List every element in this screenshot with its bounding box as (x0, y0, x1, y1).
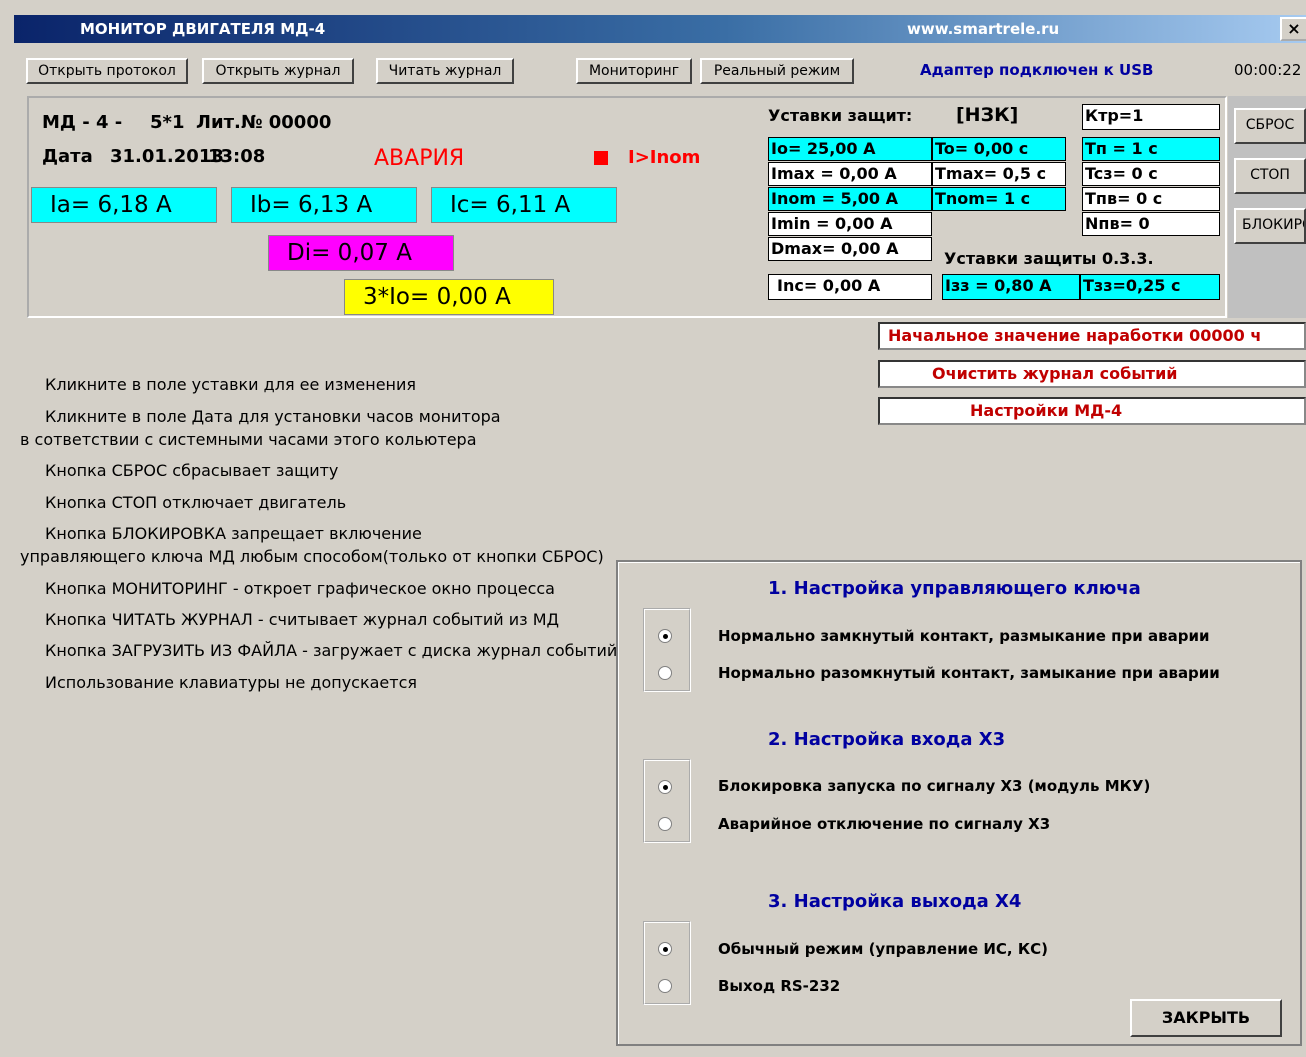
current-di: Di= 0,07 A (268, 235, 454, 271)
setting-tnom[interactable]: Tnom= 1 c (932, 187, 1066, 211)
help-line: Кнопка МОНИТОРИНГ - откроет графическое … (45, 579, 555, 598)
stop-button[interactable]: СТОП (1234, 158, 1306, 194)
trip-reason: I>Inom (628, 147, 701, 168)
setting-tpv[interactable]: Tпв= 0 c (1082, 187, 1220, 211)
help-line: Кнопка БЛОКИРОВКА запрещает включение (45, 524, 422, 543)
window-title: МОНИТОР ДВИГАТЕЛЯ МД-4 (80, 20, 326, 38)
setting-io[interactable]: Io= 25,00 A (768, 137, 932, 161)
radio-x4-rs232[interactable] (658, 979, 672, 993)
close-dialog-button[interactable]: ЗАКРЫТЬ (1130, 999, 1282, 1037)
date-label: Дата (42, 146, 93, 167)
help-line: Кликните в поле Дата для установки часов… (45, 407, 501, 426)
setting-inc[interactable]: Inc= 0,00 A (768, 274, 932, 300)
radio-no-contact[interactable] (658, 666, 672, 680)
open-journal-button[interactable]: Открыть журнал (202, 58, 354, 84)
option-nc-contact-label[interactable]: Нормально замкнутый контакт, размыкание … (718, 627, 1210, 645)
clock: 00:00:22 (1234, 61, 1302, 79)
device-variant: 5*1 (150, 112, 185, 133)
current-3io: 3*Io= 0,00 A (344, 279, 554, 315)
setting-tzz[interactable]: Tзз=0,25 c (1080, 274, 1220, 300)
help-line: Кнопка ЗАГРУЗИТЬ ИЗ ФАЙЛА - загружает с … (45, 641, 618, 660)
alarm-indicator (594, 151, 608, 165)
zz-settings-title: Уставки защиты 0.3.3. (944, 249, 1154, 268)
current-ic: Ic= 6,11 A (431, 187, 617, 223)
setting-dmax[interactable]: Dmax= 0,00 A (768, 237, 932, 261)
setting-tp[interactable]: Tп = 1 c (1082, 137, 1220, 161)
current-ia: Ia= 6,18 A (31, 187, 217, 223)
setting-npv[interactable]: Nпв= 0 (1082, 212, 1220, 236)
help-line: Использование клавиатуры не допускается (45, 673, 418, 692)
radio-nc-contact[interactable] (658, 629, 672, 643)
section-input-x3-title: 2. Настройка входа Х3 (768, 729, 1006, 750)
close-window-button[interactable]: × (1280, 17, 1306, 41)
open-protocol-button[interactable]: Открыть протокол (26, 58, 188, 84)
setting-tmax[interactable]: Tmax= 0,5 c (932, 162, 1066, 186)
setting-to[interactable]: To= 0,00 c (932, 137, 1066, 161)
radio-x4-normal[interactable] (658, 942, 672, 956)
setting-izz[interactable]: Iзз = 0,80 A (942, 274, 1080, 300)
help-line: в сответствии с системными часами этого … (20, 430, 477, 449)
help-line: Кнопка СБРОС сбрасывает защиту (45, 461, 339, 480)
ktr-field[interactable]: Ктр=1 (1082, 104, 1220, 130)
option-x3-emergency-label[interactable]: Аварийное отключение по сигналу Х3 (718, 815, 1050, 833)
usb-status: Адаптер подключен к USB (920, 61, 1154, 79)
help-line: Кнопка ЧИТАТЬ ЖУРНАЛ - считывает журнал … (45, 610, 559, 629)
settings-title: Уставки защит: (768, 106, 913, 125)
current-ib: Ib= 6,13 A (231, 187, 417, 223)
device-serial: Лит.№ 00000 (196, 112, 332, 133)
setting-imax[interactable]: Imax = 0,00 A (768, 162, 932, 186)
monitoring-button[interactable]: Мониторинг (576, 58, 692, 84)
device-model: МД - 4 - (42, 112, 123, 133)
block-button[interactable]: БЛОКИРОВКА (1234, 208, 1306, 244)
radio-x3-emergency[interactable] (658, 817, 672, 831)
settings-type[interactable]: [НЗК] (956, 104, 1018, 126)
section-output-x4-title: 3. Настройка выхода Х4 (768, 891, 1022, 912)
runtime-initial-field[interactable]: Начальное значение наработки 00000 ч (878, 322, 1306, 350)
radio-x3-block[interactable] (658, 780, 672, 794)
setting-tcz[interactable]: Tcз= 0 c (1082, 162, 1220, 186)
read-journal-button[interactable]: Читать журнал (376, 58, 514, 84)
time-field[interactable]: 13:08 (208, 146, 265, 167)
website-url: www.smartrele.ru (907, 20, 1060, 38)
section-control-key-title: 1. Настройка управляющего ключа (768, 578, 1141, 599)
alarm-label: АВАРИЯ (374, 146, 465, 171)
option-x3-block-label[interactable]: Блокировка запуска по сигналу Х3 (модуль… (718, 777, 1150, 795)
help-line: Кликните в поле уставки для ее изменения (45, 375, 417, 394)
help-line: управляющего ключа МД любым способом(тол… (20, 547, 604, 566)
help-line: Кнопка СТОП отключает двигатель (45, 493, 347, 512)
option-x4-rs232-label[interactable]: Выход RS-232 (718, 977, 840, 995)
option-no-contact-label[interactable]: Нормально разомкнутый контакт, замыкание… (718, 664, 1220, 682)
setting-imin[interactable]: Imin = 0,00 A (768, 212, 932, 236)
realtime-button[interactable]: Реальный режим (700, 58, 854, 84)
reset-button[interactable]: СБРОС (1234, 108, 1306, 144)
date-field[interactable]: 31.01.2013 (110, 146, 224, 167)
clear-journal-button[interactable]: Очистить журнал событий (878, 360, 1306, 388)
setting-inom[interactable]: Inom = 5,00 A (768, 187, 932, 211)
option-x4-normal-label[interactable]: Обычный режим (управление ИС, КС) (718, 940, 1048, 958)
md4-settings-button[interactable]: Настройки МД-4 (878, 397, 1306, 425)
